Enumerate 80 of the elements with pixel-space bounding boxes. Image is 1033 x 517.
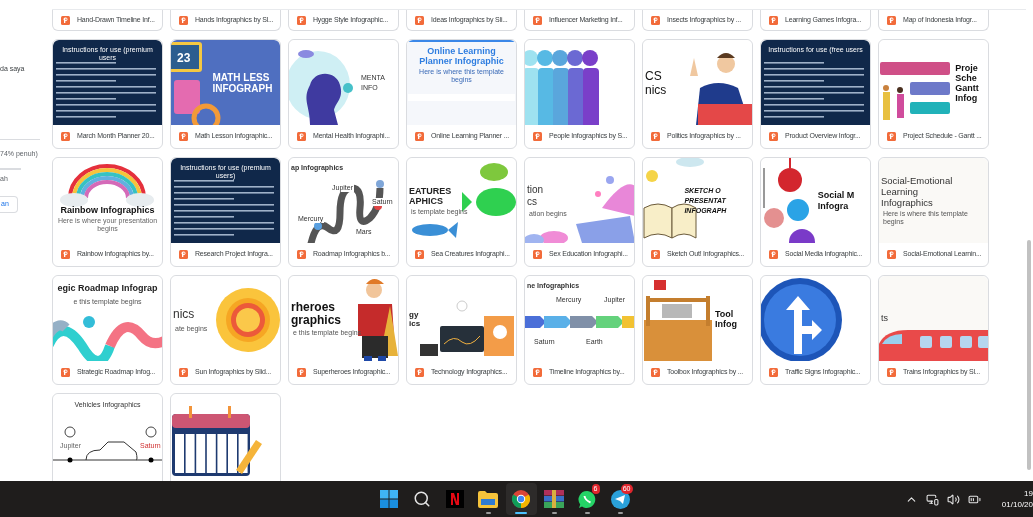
- slides-file-icon: [533, 15, 542, 25]
- slide-title: ics: [409, 318, 421, 328]
- slide-title: MATH LESS: [212, 71, 270, 83]
- slides-file-icon: [61, 367, 70, 377]
- search-icon: [413, 490, 431, 508]
- scrollbar-thumb[interactable]: [1027, 240, 1031, 470]
- slides-file-icon: [769, 249, 778, 259]
- windows-logo-icon: [380, 490, 398, 508]
- slides-file-icon: [533, 131, 542, 141]
- archive-books-icon: [544, 490, 564, 508]
- slide-label: 23: [176, 51, 192, 65]
- slides-file-icon: [415, 367, 424, 377]
- slides-file-icon: [533, 249, 542, 259]
- folder-icon: [478, 490, 498, 508]
- slides-file-icon: [651, 131, 660, 141]
- slide-title: Sche: [955, 72, 977, 83]
- netflix-logo-icon: [446, 490, 464, 508]
- slide-drawing: [216, 288, 280, 352]
- slides-file-icon: [415, 249, 424, 259]
- chat-bubble-icon: [577, 489, 597, 509]
- slide-drawing: [880, 62, 950, 120]
- slide-drawing: [690, 53, 752, 125]
- slide-title: Gantt: [955, 82, 979, 93]
- slides-file-icon: [769, 367, 778, 377]
- slide-title: tion: [527, 183, 544, 196]
- slides-file-icon: [887, 249, 896, 259]
- slide-title: Proje: [955, 62, 978, 73]
- slides-file-icon: [179, 131, 188, 141]
- browser-logo-icon: [512, 490, 530, 508]
- volume-icon[interactable]: [947, 492, 960, 506]
- slides-file-icon: [887, 15, 896, 25]
- slide-title: nics: [173, 305, 195, 323]
- slide-title: Social-Emotional: [881, 175, 953, 186]
- slide-title: Social M: [817, 189, 855, 201]
- slide-title: Infog: [714, 318, 737, 329]
- slides-file-icon: [61, 15, 70, 25]
- slide-title: graphics: [291, 313, 341, 327]
- slides-file-icon: [179, 15, 188, 25]
- clock-time[interactable]: 19: [1024, 488, 1033, 499]
- slide-title: ts: [881, 311, 888, 325]
- slides-file-icon: [61, 249, 70, 259]
- slide-title: CS: [645, 68, 662, 83]
- clock-date[interactable]: 01/10/20: [1001, 499, 1033, 510]
- slide-title: EATURES: [409, 185, 452, 196]
- slides-file-icon: [769, 15, 778, 25]
- slide-title: INFOGRAPH: [212, 82, 273, 94]
- slide-title: Rainbow Infographics: [60, 205, 155, 215]
- slides-file-icon: [297, 249, 306, 259]
- slide-title: Planner Infographic: [419, 56, 504, 66]
- slide-title: gy: [409, 309, 419, 319]
- slides-file-icon: [887, 367, 896, 377]
- slide-title: Infog: [955, 92, 978, 103]
- slides-file-icon: [415, 131, 424, 141]
- slides-file-icon: [415, 15, 424, 25]
- slides-file-icon: [179, 249, 188, 259]
- slide-title: egic Roadmap Infograp: [57, 282, 158, 295]
- paper-plane-icon: [610, 489, 630, 509]
- slides-file-icon: [297, 15, 306, 25]
- slides-file-icon: [533, 367, 542, 377]
- slides-file-icon: [297, 367, 306, 377]
- slide-title: Infographics: [881, 197, 933, 208]
- slide-title: Tool: [714, 308, 734, 319]
- slides-file-icon: [61, 131, 70, 141]
- slides-file-icon: [769, 131, 778, 141]
- slides-file-icon: [179, 367, 188, 377]
- slides-file-icon: [651, 249, 660, 259]
- slide-title: Learning: [881, 186, 918, 197]
- slide-title: nics: [645, 82, 667, 97]
- slide-title: Infogra: [817, 200, 849, 212]
- slide-title: rheroes: [291, 300, 336, 314]
- slide-title: Online Learning: [427, 46, 496, 56]
- taskbar-button[interactable]: [505, 483, 537, 515]
- slides-file-icon: [651, 15, 660, 25]
- slides-file-icon: [297, 131, 306, 141]
- file-card[interactable]: [170, 393, 281, 481]
- network-icon[interactable]: [926, 492, 939, 506]
- slides-file-icon: [887, 131, 896, 141]
- slides-file-icon: [651, 367, 660, 377]
- slide-title: cs: [527, 195, 537, 208]
- slide-title: APHICS: [409, 195, 443, 206]
